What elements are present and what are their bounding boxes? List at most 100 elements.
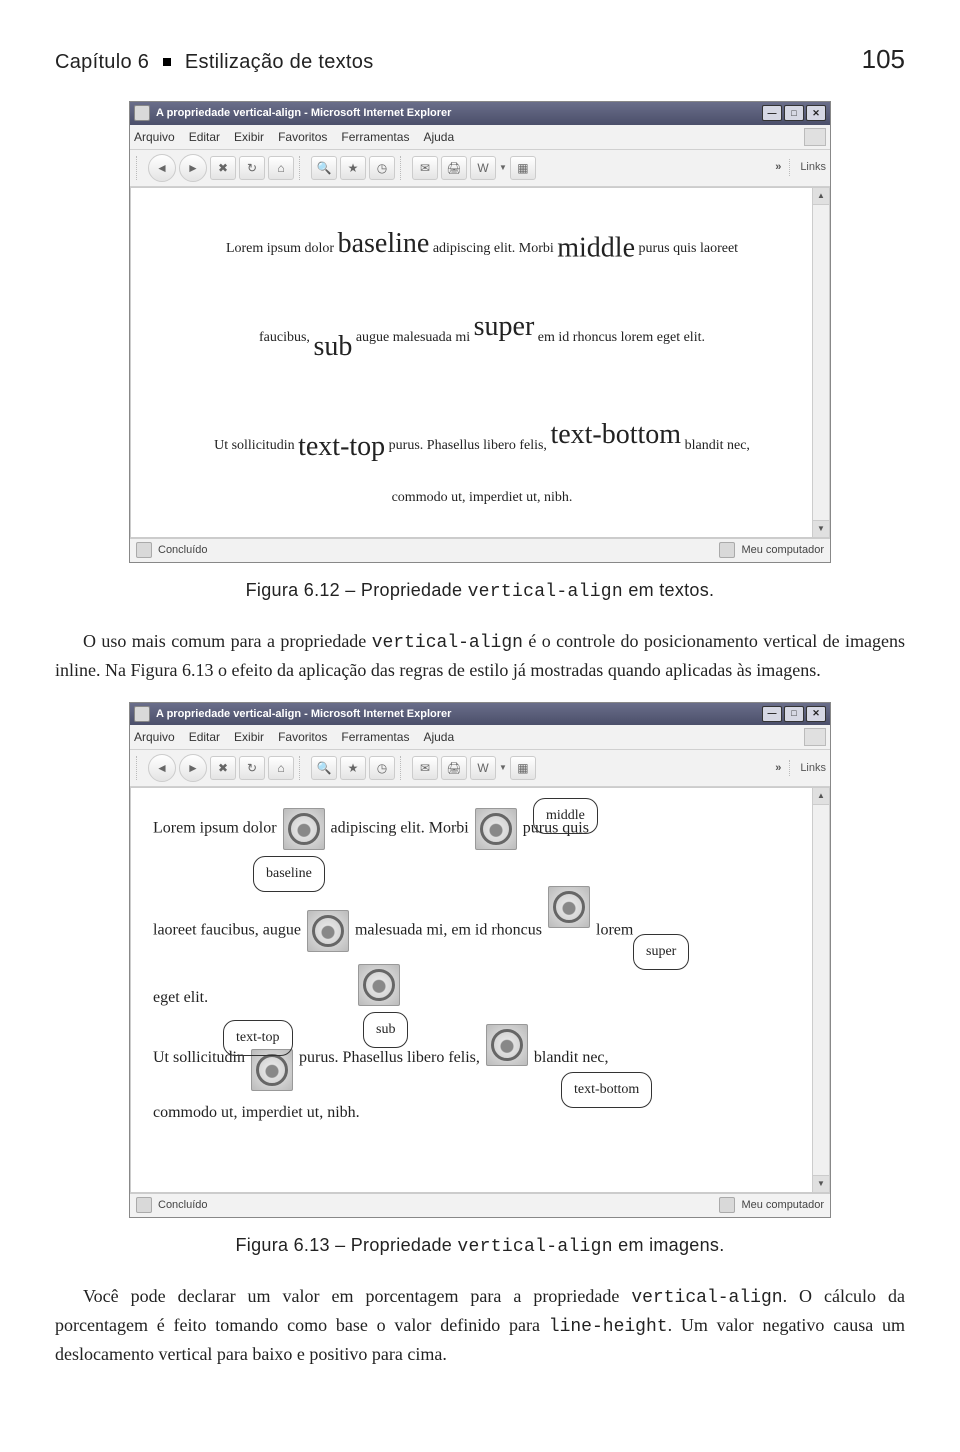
window-title: A propriedade vertical-align - Microsoft…	[156, 706, 451, 723]
close-button[interactable]: ✕	[806, 105, 826, 121]
overflow-icon[interactable]: »	[775, 159, 781, 176]
status-text: Concluído	[158, 542, 208, 559]
stop-button[interactable]: ✖	[210, 156, 236, 180]
menu-editar[interactable]: Editar	[189, 128, 220, 146]
titlebar: A propriedade vertical-align - Microsoft…	[130, 703, 830, 726]
text: eget elit.	[153, 989, 208, 1006]
statusbar: Concluído Meu computador	[130, 1193, 830, 1217]
menu-favoritos[interactable]: Favoritos	[278, 728, 327, 746]
links-label[interactable]: Links	[789, 159, 826, 176]
running-header: Capítulo 6 Estilização de textos 105	[55, 40, 905, 79]
row-2: laoreet faucibus, augue malesuada mi, em…	[153, 886, 811, 964]
paragraph-1: O uso mais comum para a propriedade vert…	[55, 628, 905, 684]
chapter-title: Estilização de textos	[185, 51, 374, 73]
figure-6-13-caption: Figura 6.13 – Propriedade vertical-align…	[55, 1232, 905, 1261]
page-number: 105	[862, 40, 905, 79]
word-super: super	[474, 311, 535, 342]
code-inline: vertical-align	[631, 1288, 782, 1308]
menu-ferramentas[interactable]: Ferramentas	[341, 728, 409, 746]
maximize-button[interactable]: □	[784, 105, 804, 121]
text: Lorem ipsum dolor	[226, 241, 338, 256]
firefox-icon	[307, 910, 349, 952]
menu-arquivo[interactable]: Arquivo	[134, 128, 175, 146]
caption-code: vertical-align	[457, 1237, 612, 1257]
viewport: ▲ ▼ Lorem ipsum dolor adipiscing elit. M…	[130, 787, 830, 1193]
back-button[interactable]: ◄	[148, 754, 176, 782]
menu-arquivo[interactable]: Arquivo	[134, 728, 175, 746]
stop-button[interactable]: ✖	[210, 756, 236, 780]
overflow-icon[interactable]: »	[775, 760, 781, 777]
discuss-button[interactable]: ▦	[510, 156, 536, 180]
page-icon	[134, 706, 150, 722]
tag-texttop: text-top	[223, 1020, 293, 1056]
minimize-button[interactable]: —	[762, 706, 782, 722]
toolbar: ◄ ► ✖ ↻ ⌂ 🔍 ★ ◷ ✉ 🖨 W ▼ ▦ » Links	[130, 750, 830, 787]
print-button[interactable]: 🖨	[441, 156, 467, 180]
firefox-icon	[548, 886, 590, 928]
status-icon	[136, 542, 152, 558]
favorites-button[interactable]: ★	[340, 156, 366, 180]
maximize-button[interactable]: □	[784, 706, 804, 722]
sample-text-line-2: faucibus, sub augue malesuada mi super e…	[153, 291, 811, 384]
status-icon	[136, 1197, 152, 1213]
text: purus. Phasellus libero felis,	[295, 1049, 484, 1066]
browser-window-1: A propriedade vertical-align - Microsoft…	[129, 101, 831, 563]
zone-icon	[719, 1197, 735, 1213]
firefox-icon	[283, 808, 325, 850]
menu-editar[interactable]: Editar	[189, 728, 220, 746]
home-button[interactable]: ⌂	[268, 156, 294, 180]
menu-ajuda[interactable]: Ajuda	[423, 128, 454, 146]
home-button[interactable]: ⌂	[268, 756, 294, 780]
scrollbar[interactable]: ▲ ▼	[812, 788, 829, 1192]
status-text: Concluído	[158, 1197, 208, 1214]
scrollbar[interactable]: ▲ ▼	[812, 188, 829, 538]
menu-favoritos[interactable]: Favoritos	[278, 128, 327, 146]
scroll-down-icon[interactable]: ▼	[813, 1175, 829, 1192]
search-button[interactable]: 🔍	[311, 156, 337, 180]
back-button[interactable]: ◄	[148, 154, 176, 182]
sample-text-line-1: Lorem ipsum dolor baseline adipiscing el…	[153, 208, 811, 285]
menu-ferramentas[interactable]: Ferramentas	[341, 128, 409, 146]
minimize-button[interactable]: —	[762, 105, 782, 121]
forward-button[interactable]: ►	[179, 154, 207, 182]
figure-6-12-caption: Figura 6.12 – Propriedade vertical-align…	[55, 577, 905, 606]
word-sub: sub	[313, 331, 352, 362]
word-middle: middle	[557, 232, 635, 263]
forward-button[interactable]: ►	[179, 754, 207, 782]
menubar: Arquivo Editar Exibir Favoritos Ferramen…	[130, 125, 830, 150]
menu-ajuda[interactable]: Ajuda	[423, 728, 454, 746]
refresh-button[interactable]: ↻	[239, 756, 265, 780]
mail-button[interactable]: ✉	[412, 156, 438, 180]
firefox-icon	[475, 808, 517, 850]
code-inline: line-height	[549, 1317, 668, 1337]
history-button[interactable]: ◷	[369, 156, 395, 180]
browser-window-2: A propriedade vertical-align - Microsoft…	[129, 702, 831, 1218]
menu-exibir[interactable]: Exibir	[234, 728, 264, 746]
text: em id rhoncus lorem eget elit.	[534, 330, 705, 345]
discuss-button[interactable]: ▦	[510, 756, 536, 780]
scroll-up-icon[interactable]: ▲	[813, 788, 829, 805]
sample-text-line-3: Ut sollicitudin text-top purus. Phasellu…	[153, 399, 811, 484]
caption-label: Figura 6.12 – Propriedade	[246, 580, 468, 600]
scroll-down-icon[interactable]: ▼	[813, 520, 829, 537]
refresh-button[interactable]: ↻	[239, 156, 265, 180]
caption-tail: em imagens.	[613, 1235, 725, 1255]
history-button[interactable]: ◷	[369, 756, 395, 780]
edit-button[interactable]: W	[470, 156, 496, 180]
mail-button[interactable]: ✉	[412, 756, 438, 780]
menu-exibir[interactable]: Exibir	[234, 128, 264, 146]
firefox-icon	[358, 964, 400, 1006]
favorites-button[interactable]: ★	[340, 756, 366, 780]
links-label[interactable]: Links	[789, 760, 826, 777]
scroll-up-icon[interactable]: ▲	[813, 188, 829, 205]
word-texttop: text-top	[298, 431, 385, 462]
figure-6-12: A propriedade vertical-align - Microsoft…	[55, 101, 905, 563]
firefox-icon	[486, 1024, 528, 1066]
word-baseline: baseline	[338, 228, 430, 259]
edit-button[interactable]: W	[470, 756, 496, 780]
search-button[interactable]: 🔍	[311, 756, 337, 780]
figure-6-13: A propriedade vertical-align - Microsoft…	[55, 702, 905, 1218]
close-button[interactable]: ✕	[806, 706, 826, 722]
row-5: commodo ut, imperdiet ut, nibh.	[153, 1102, 811, 1124]
print-button[interactable]: 🖨	[441, 756, 467, 780]
